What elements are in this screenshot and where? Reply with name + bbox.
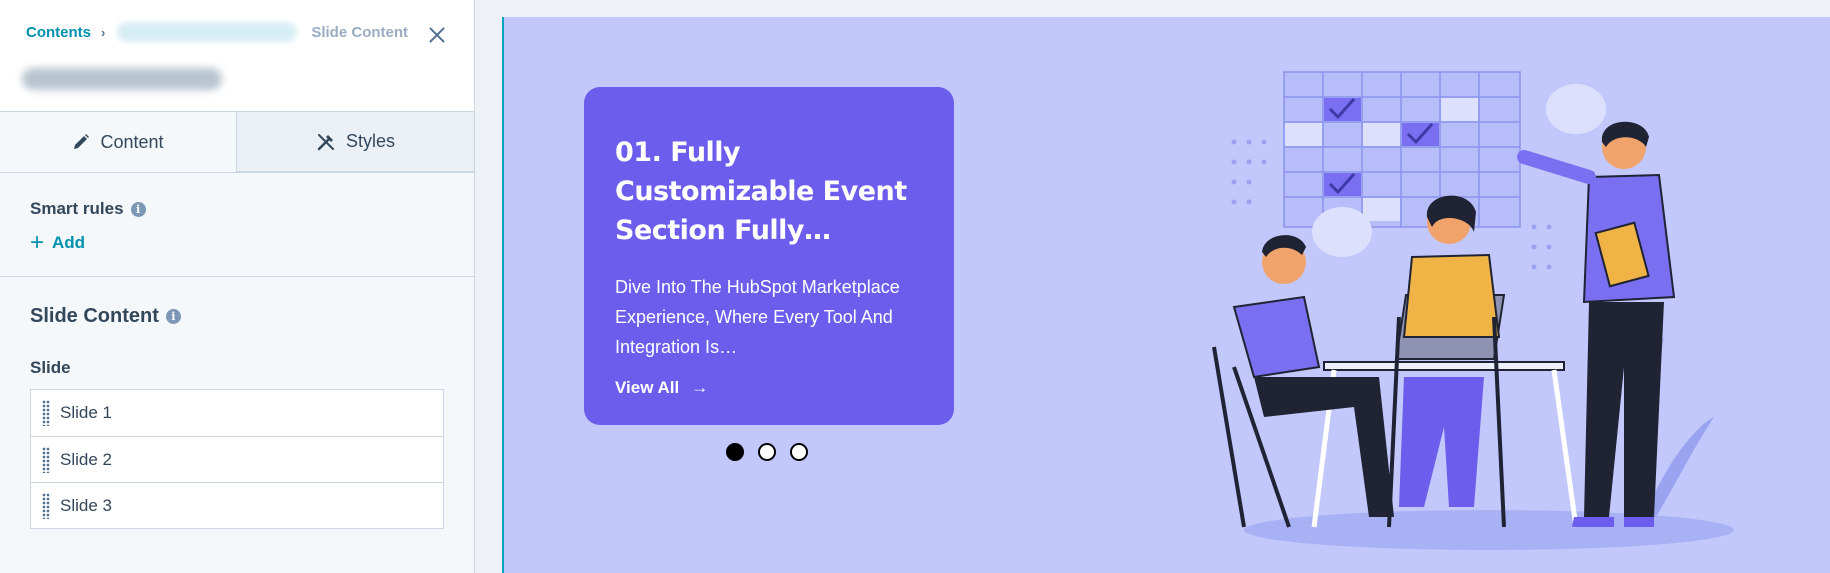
slide-item-label: Slide 3 <box>60 495 112 515</box>
list-item[interactable]: Slide 1 <box>31 390 443 436</box>
slide-content-title: Slide Content <box>30 305 159 327</box>
calendar-grid <box>1283 71 1521 228</box>
slide-content-heading: Slide Content i <box>30 305 444 328</box>
breadcrumb-blurred-link[interactable] <box>117 22 298 42</box>
tab-styles[interactable]: Styles <box>237 112 474 172</box>
drag-handle-icon[interactable] <box>42 492 50 519</box>
tab-content[interactable]: Content <box>0 112 237 172</box>
pencil-icon <box>74 134 90 149</box>
add-label: Add <box>52 233 86 252</box>
tab-bar: Content Styles <box>0 112 474 173</box>
drag-handle-icon[interactable] <box>42 446 50 473</box>
breadcrumb: Contents › Slide Content <box>26 22 408 42</box>
list-item[interactable]: Slide 3 <box>31 482 443 528</box>
breadcrumb-current: Slide Content <box>311 23 409 41</box>
pagination-dot-2[interactable] <box>758 443 776 461</box>
view-all-label: View All <box>615 378 680 397</box>
slide-title: 01. Fully Customizable Event Section Ful… <box>615 137 907 246</box>
pagination-dot-3[interactable] <box>790 443 808 461</box>
smart-rules-section: Smart rules i + Add <box>0 173 474 277</box>
plus-icon: + <box>30 229 45 256</box>
slide-content-section: Slide Content i Slide Slide 1 Slide 2 Sl… <box>0 277 474 529</box>
drag-handle-icon[interactable] <box>42 400 50 426</box>
breadcrumb-contents-link[interactable]: Contents <box>26 24 91 41</box>
close-icon[interactable] <box>426 24 448 46</box>
info-icon[interactable]: i <box>130 201 146 217</box>
tab-styles-label: Styles <box>345 131 396 151</box>
slide-card: 01. Fully Customizable Event Section Ful… <box>584 87 954 425</box>
list-item[interactable]: Slide 2 <box>31 436 443 482</box>
pagination-dot-1[interactable] <box>726 443 744 461</box>
slide-item-label: Slide 1 <box>60 403 112 422</box>
slide-field-label: Slide <box>30 358 71 377</box>
slide-item-label: Slide 2 <box>60 449 112 469</box>
chevron-right-icon: › <box>101 24 106 40</box>
view-all-link[interactable]: View All → <box>615 378 924 398</box>
smart-rules-label: Smart rules <box>30 199 124 218</box>
add-smart-rule-button[interactable]: + Add <box>30 231 444 255</box>
slide-list: Slide 1 Slide 2 Slide 3 <box>30 389 444 529</box>
pagination-dots <box>726 443 822 461</box>
tab-content-label: Content <box>100 131 164 152</box>
slide-preview[interactable]: 01. Fully Customizable Event Section Ful… <box>502 17 1830 573</box>
slide-description: Dive Into The HubSpot Marketplace Experi… <box>615 277 900 357</box>
editor-panel: Contents › Slide Content Content Styles <box>0 0 475 573</box>
panel-header: Contents › Slide Content <box>0 0 474 112</box>
team-meeting-illustration <box>1212 71 1734 550</box>
arrow-right-icon: → <box>691 378 709 397</box>
panel-title <box>22 68 222 90</box>
brush-icon <box>317 133 334 150</box>
info-icon[interactable]: i <box>165 309 181 324</box>
smart-rules-heading: Smart rules i <box>30 199 444 219</box>
